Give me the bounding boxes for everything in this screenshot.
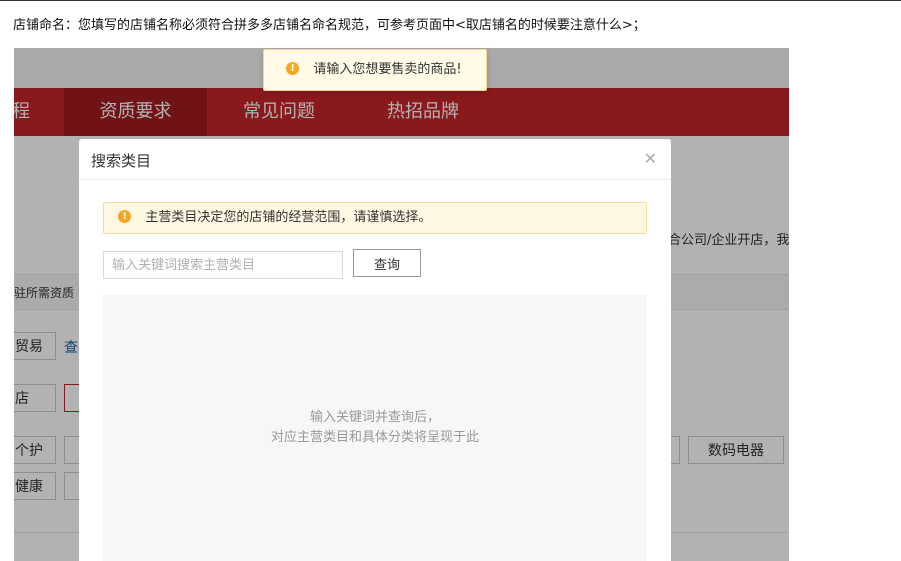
warning-toast: ! 请输入您想要售卖的商品!	[263, 49, 487, 91]
warning-icon: !	[118, 210, 132, 223]
category-search-input[interactable]	[103, 251, 343, 279]
result-area: 输入关键词并查询后， 对应主营类目和具体分类将呈现于此	[103, 295, 647, 561]
query-button[interactable]: 查询	[353, 249, 421, 277]
modal-title: 搜索类目	[91, 152, 152, 170]
empty-hint-line-1: 输入关键词并查询后，	[309, 410, 440, 425]
modal-header: 搜索类目 ✕	[79, 139, 671, 180]
store-naming-notice: 店铺命名：您填写的店铺名称必须符合拼多多店铺名命名规范，可参考页面中<取店铺名的…	[13, 18, 646, 33]
category-alert: ! 主营类目决定您的店铺的经营范围，请谨慎选择。	[103, 202, 647, 234]
toast-text: 请输入您想要售卖的商品!	[313, 62, 462, 77]
warning-icon: !	[286, 62, 300, 75]
empty-hint-line-2: 对应主营类目和具体分类将呈现于此	[270, 430, 479, 445]
close-icon[interactable]: ✕	[644, 149, 657, 168]
empty-hint: 输入关键词并查询后， 对应主营类目和具体分类将呈现于此	[103, 408, 647, 448]
top-border	[0, 0, 901, 1]
search-category-modal: 搜索类目 ✕ ! 主营类目决定您的店铺的经营范围，请谨慎选择。 查询 输入关键词…	[79, 139, 671, 561]
alert-text: 主营类目决定您的店铺的经营范围，请谨慎选择。	[145, 210, 432, 225]
